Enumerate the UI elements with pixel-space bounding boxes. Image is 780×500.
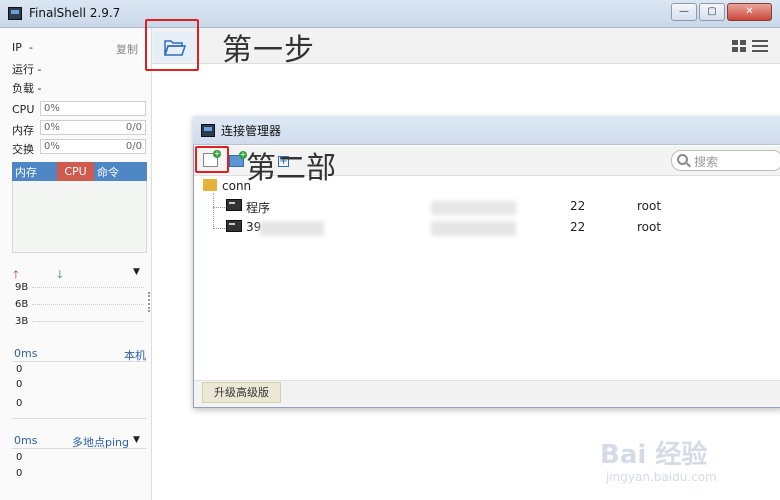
ping-latency-label: 0ms	[14, 434, 38, 447]
watermark-logo: Bai 经验	[600, 440, 708, 470]
menu-icon[interactable]	[752, 40, 768, 53]
swap-label: 交换	[12, 143, 34, 156]
table-row[interactable]: 程序 22 root	[200, 196, 780, 217]
redacted-name	[260, 221, 324, 236]
ping-value: 0	[16, 452, 23, 463]
run-status: 运行 -	[12, 63, 42, 76]
cpu-value: 0%	[44, 103, 60, 114]
resize-handle[interactable]	[148, 292, 150, 312]
minimize-button[interactable]: —	[671, 3, 697, 21]
connection-port: 22	[570, 220, 586, 234]
cpu-meter: 0%	[40, 101, 146, 116]
app-icon	[8, 7, 22, 20]
grid-line	[32, 304, 144, 305]
process-panel	[12, 181, 147, 253]
chevron-down-icon[interactable]: ▼	[133, 267, 140, 277]
dialog-statusbar	[194, 380, 780, 407]
copy-button[interactable]: 复制	[116, 41, 138, 57]
swap-amount: 0/0	[125, 141, 142, 152]
step2-annotation: 第二部	[246, 151, 336, 186]
tree-folder-conn[interactable]: conn	[222, 179, 251, 193]
connection-port: 22	[570, 199, 586, 213]
close-button[interactable]: ✕	[727, 3, 772, 21]
swap-value: 0%	[44, 141, 60, 152]
mem-value: 0%	[44, 122, 60, 133]
latency-value: 0	[16, 398, 23, 409]
latency-label: 0ms	[14, 347, 38, 360]
dialog-title: 连接管理器	[221, 124, 282, 138]
terminal-icon	[226, 220, 242, 232]
net-label: 6B	[15, 299, 29, 310]
connection-name: 39	[246, 220, 262, 234]
ping-chart	[12, 448, 147, 500]
latency-value: 0	[16, 379, 23, 390]
tab-command[interactable]: 命令	[97, 164, 119, 180]
watermark-url: jingyan.baidu.com	[606, 470, 717, 484]
dialog-titlebar	[193, 116, 780, 145]
grid-view-icon[interactable]	[732, 40, 746, 53]
connection-name: 程序	[246, 201, 271, 215]
tab-cpu[interactable]: CPU	[57, 162, 94, 181]
latency-value: 0	[16, 364, 23, 375]
ip-value: -	[29, 41, 33, 54]
connection-user: root	[637, 220, 662, 234]
net-label: 9B	[15, 282, 29, 293]
net-label: 3B	[15, 316, 29, 327]
redacted-host	[431, 201, 516, 215]
latency-chart	[12, 361, 147, 419]
upgrade-button[interactable]: 升级高级版	[202, 382, 281, 403]
grid-line	[32, 287, 144, 288]
maximize-button[interactable]: ▢	[699, 3, 725, 21]
swap-meter: 0% 0/0	[40, 139, 146, 154]
download-arrow-icon: 🡓	[57, 268, 63, 281]
mem-label: 内存	[12, 124, 34, 137]
grid-line	[32, 321, 144, 322]
app-title: FinalShell 2.9.7	[29, 6, 121, 20]
ip-label: IP	[12, 41, 22, 54]
cpu-label: CPU	[12, 103, 35, 116]
new-folder-button[interactable]: +	[229, 151, 247, 167]
ping-value: 0	[16, 468, 23, 479]
highlight-box-step1	[145, 19, 199, 71]
search-icon	[677, 154, 688, 165]
chevron-down-icon[interactable]: ▼	[133, 435, 140, 445]
table-row[interactable]: 39 22 root	[200, 217, 780, 238]
mem-amount: 0/0	[125, 122, 142, 133]
folder-icon	[203, 179, 217, 191]
step1-annotation: 第一步	[222, 33, 315, 68]
connection-user: root	[637, 199, 662, 213]
load-status: 负载 -	[12, 82, 42, 95]
highlight-box-step2	[195, 146, 229, 173]
search-placeholder: 搜索	[694, 155, 719, 169]
app-icon	[201, 124, 215, 137]
redacted-host	[431, 221, 516, 236]
terminal-icon	[226, 199, 242, 211]
process-tabbar: 内存 CPU 命令	[12, 162, 147, 181]
sidebar	[0, 28, 152, 500]
tab-memory[interactable]: 内存	[15, 164, 37, 180]
mem-meter: 0% 0/0	[40, 120, 146, 135]
